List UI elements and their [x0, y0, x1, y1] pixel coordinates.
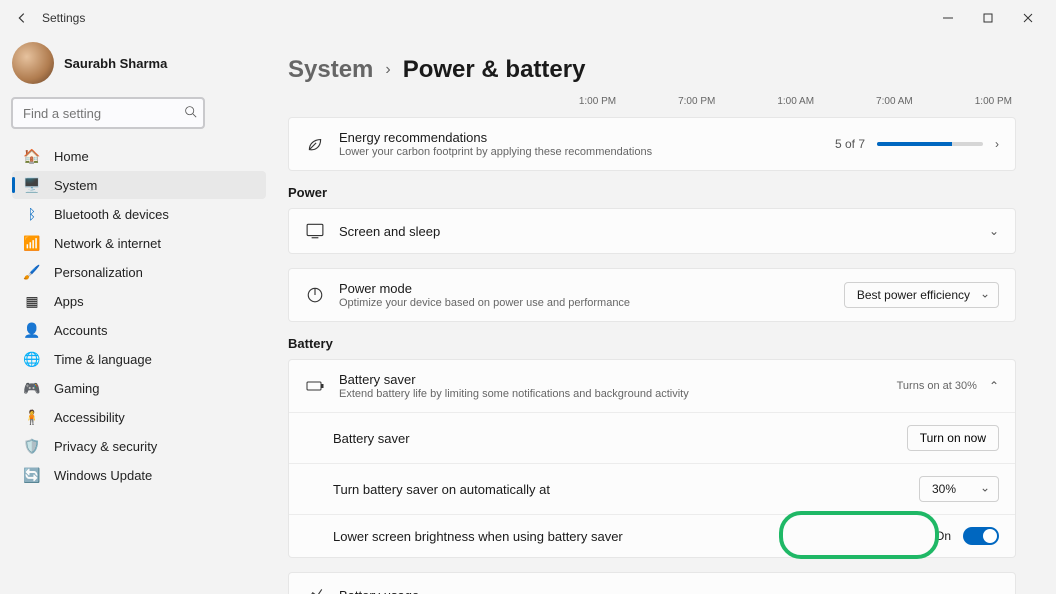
- toggle-state: On: [935, 529, 951, 543]
- sidebar-item-personalization[interactable]: 🖌️ Personalization: [12, 258, 266, 286]
- section-power-label: Power: [288, 185, 1016, 200]
- search-input[interactable]: [12, 98, 204, 128]
- chart-icon: [305, 585, 325, 594]
- sidebar-item-label: Gaming: [54, 381, 100, 396]
- chevron-right-icon: ›: [385, 61, 390, 79]
- sidebar-item-accounts[interactable]: 👤 Accounts: [12, 316, 266, 344]
- sidebar-item-apps[interactable]: ▦ Apps: [12, 287, 266, 315]
- sidebar-item-label: Personalization: [54, 265, 143, 280]
- screen-icon: [305, 221, 325, 241]
- sidebar-item-label: Network & internet: [54, 236, 161, 251]
- leaf-icon: [305, 134, 325, 154]
- row-title: Battery saver: [339, 372, 897, 387]
- sidebar-item-label: Privacy & security: [54, 439, 157, 454]
- accessibility-icon: 🧍: [22, 407, 42, 427]
- maximize-button[interactable]: [968, 4, 1008, 32]
- energy-progress: [877, 142, 983, 146]
- window-title: Settings: [42, 11, 85, 25]
- battery-usage-row[interactable]: Battery usage ⌄: [289, 573, 1015, 594]
- sidebar-item-label: Accounts: [54, 323, 107, 338]
- sidebar-item-accessibility[interactable]: 🧍 Accessibility: [12, 403, 266, 431]
- row-sub: Optimize your device based on power use …: [339, 297, 844, 309]
- sidebar-item-bluetooth[interactable]: ᛒ Bluetooth & devices: [12, 200, 266, 228]
- close-button[interactable]: [1008, 4, 1048, 32]
- sidebar-item-label: Apps: [54, 294, 84, 309]
- minimize-button[interactable]: [928, 4, 968, 32]
- user-name: Saurabh Sharma: [64, 56, 167, 71]
- section-battery-label: Battery: [288, 336, 1016, 351]
- sidebar-item-label: Accessibility: [54, 410, 125, 425]
- sidebar-item-privacy[interactable]: 🛡️ Privacy & security: [12, 432, 266, 460]
- chevron-up-icon: ⌃: [989, 379, 999, 393]
- system-icon: 🖥️: [22, 175, 42, 195]
- sidebar-item-label: Windows Update: [54, 468, 152, 483]
- row-title: Screen and sleep: [339, 224, 989, 239]
- row-title: Power mode: [339, 281, 844, 296]
- power-mode-select[interactable]: Best power efficiency: [844, 282, 999, 308]
- lower-brightness-toggle[interactable]: [963, 527, 999, 545]
- sidebar-item-label: Time & language: [54, 352, 152, 367]
- turn-on-now-button[interactable]: Turn on now: [907, 425, 999, 451]
- energy-sub: Lower your carbon footprint by applying …: [339, 146, 835, 158]
- energy-recommendations-card[interactable]: Energy recommendations Lower your carbon…: [288, 117, 1016, 171]
- energy-title: Energy recommendations: [339, 130, 835, 145]
- apps-icon: ▦: [22, 291, 42, 311]
- battery-saver-toggle-row: Battery saver Turn on now: [289, 412, 1015, 463]
- timeline: 1:00 PM 7:00 PM 1:00 AM 7:00 AM 1:00 PM: [288, 90, 1016, 117]
- accounts-icon: 👤: [22, 320, 42, 340]
- screen-sleep-row[interactable]: Screen and sleep ⌄: [289, 209, 1015, 253]
- shield-icon: 🛡️: [22, 436, 42, 456]
- globe-icon: 🌐: [22, 349, 42, 369]
- battery-icon: [305, 376, 325, 396]
- power-mode-row[interactable]: Power mode Optimize your device based on…: [289, 269, 1015, 321]
- breadcrumb: System › Power & battery: [288, 56, 1016, 84]
- row-sub: Extend battery life by limiting some not…: [339, 388, 897, 400]
- sidebar-item-network[interactable]: 📶 Network & internet: [12, 229, 266, 257]
- gaming-icon: 🎮: [22, 378, 42, 398]
- sidebar-item-gaming[interactable]: 🎮 Gaming: [12, 374, 266, 402]
- sidebar-item-label: System: [54, 178, 97, 193]
- sidebar-item-time[interactable]: 🌐 Time & language: [12, 345, 266, 373]
- home-icon: 🏠: [22, 146, 42, 166]
- sidebar-item-label: Home: [54, 149, 89, 164]
- power-icon: [305, 285, 325, 305]
- avatar[interactable]: [12, 42, 54, 84]
- chevron-down-icon: ⌄: [989, 588, 999, 594]
- bluetooth-icon: ᛒ: [22, 204, 42, 224]
- wifi-icon: 📶: [22, 233, 42, 253]
- sidebar-item-label: Bluetooth & devices: [54, 207, 169, 222]
- battery-saver-threshold-select[interactable]: 30%: [919, 476, 999, 502]
- battery-saver-header[interactable]: Battery saver Extend battery life by lim…: [289, 360, 1015, 412]
- brush-icon: 🖌️: [22, 262, 42, 282]
- back-button[interactable]: [8, 4, 36, 32]
- sidebar-item-system[interactable]: 🖥️ System: [12, 171, 266, 199]
- update-icon: 🔄: [22, 465, 42, 485]
- chevron-right-icon: ›: [995, 137, 999, 151]
- breadcrumb-root[interactable]: System: [288, 56, 373, 84]
- breadcrumb-current: Power & battery: [403, 56, 586, 84]
- battery-saver-auto-row: Turn battery saver on automatically at 3…: [289, 463, 1015, 514]
- lower-brightness-row: Lower screen brightness when using batte…: [289, 514, 1015, 557]
- sidebar-item-home[interactable]: 🏠 Home: [12, 142, 266, 170]
- sidebar-item-update[interactable]: 🔄 Windows Update: [12, 461, 266, 489]
- energy-count: 5 of 7: [835, 137, 865, 151]
- battery-saver-status: Turns on at 30%: [897, 380, 977, 392]
- search-icon: [184, 105, 197, 121]
- chevron-down-icon: ⌄: [989, 224, 999, 238]
